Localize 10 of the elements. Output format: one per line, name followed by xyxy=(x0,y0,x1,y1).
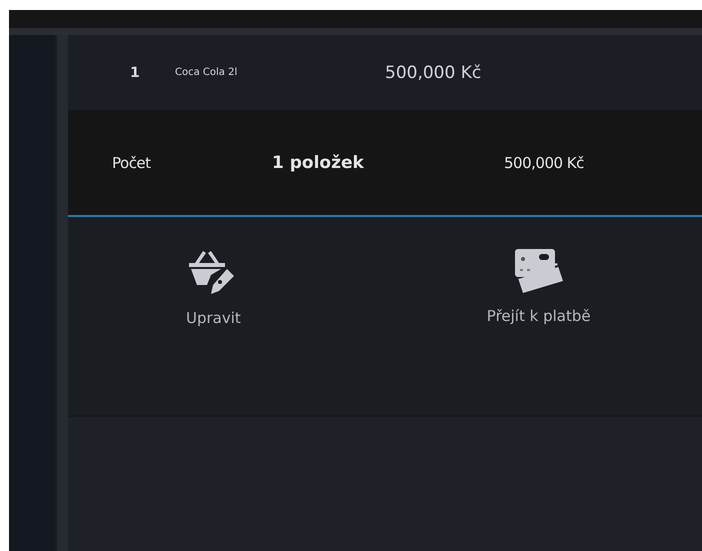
item-price: 500,000 Kč xyxy=(385,62,482,82)
total-price: 500,000 Kč xyxy=(503,154,585,172)
pay-button[interactable]: Přejít k platbě xyxy=(478,245,599,329)
count-label: Počet xyxy=(111,154,152,172)
item-row[interactable]: 1 Coca Cola 2l 500,000 Kč xyxy=(68,35,702,110)
item-count: 1 položek xyxy=(271,152,365,172)
panel-splitter[interactable] xyxy=(55,35,68,551)
item-quantity: 1 xyxy=(129,64,141,80)
edit-button[interactable]: Upravit xyxy=(178,245,249,331)
item-name: Coca Cola 2l xyxy=(175,67,238,78)
